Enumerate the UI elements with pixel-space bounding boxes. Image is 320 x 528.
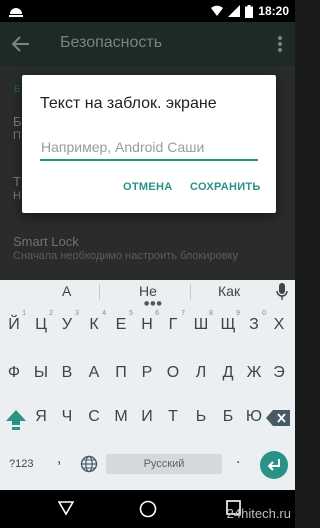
key-ю[interactable]: Ю (241, 408, 267, 426)
keyboard: А Не Как ●●● Й1 Ц2 У3 К4 Е5 Н6 Г7 Ш8 Щ9 … (0, 280, 295, 490)
key-т[interactable]: Т (160, 408, 186, 426)
settings-row-subtitle: Н (13, 190, 21, 202)
battery-icon (245, 4, 254, 18)
suggestion-item[interactable]: Не (139, 283, 157, 299)
clock: 18:20 (258, 4, 289, 18)
lockscreen-text-input[interactable] (40, 137, 258, 161)
more-suggestions-icon[interactable]: ●●● (144, 300, 163, 307)
key-щ[interactable]: Щ9 (215, 310, 241, 334)
key-э[interactable]: Э (266, 364, 292, 382)
key-ц[interactable]: Ц2 (28, 310, 54, 334)
key-я[interactable]: Я (28, 408, 54, 426)
key-ф[interactable]: Ф (1, 364, 27, 382)
key-г[interactable]: Г7 (160, 310, 186, 334)
settings-row-title[interactable]: Б (13, 114, 22, 129)
key-б[interactable]: Б (215, 408, 241, 426)
smart-lock-title[interactable]: Smart Lock (13, 234, 79, 249)
wifi-icon (211, 5, 224, 16)
key-м[interactable]: М (108, 408, 134, 426)
key-ш[interactable]: Ш8 (188, 310, 214, 334)
settings-row-title[interactable]: Т (13, 174, 21, 189)
backspace-icon[interactable] (265, 409, 291, 427)
key-в[interactable]: В (54, 364, 80, 382)
globe-icon[interactable] (80, 455, 98, 473)
microphone-icon[interactable] (276, 283, 288, 301)
key-о[interactable]: О (160, 364, 186, 382)
android-notification-icon (9, 8, 23, 17)
key-и[interactable]: И (134, 408, 160, 426)
save-button[interactable]: СОХРАНИТЬ (190, 181, 261, 193)
key-ч[interactable]: Ч (54, 408, 80, 426)
toolbar: Безопасность (0, 22, 295, 66)
key-д[interactable]: Д (215, 364, 241, 382)
watermark: 24hitech.ru (226, 506, 291, 521)
key-п[interactable]: П (108, 364, 134, 382)
suggestion-divider (99, 284, 100, 300)
back-arrow-icon[interactable] (10, 33, 32, 55)
shift-icon[interactable] (5, 408, 27, 430)
dialog-title: Текст на заблок. экране (40, 95, 217, 112)
nav-back-icon[interactable] (58, 500, 74, 516)
symbols-key[interactable]: ?123 (9, 458, 33, 470)
key-р[interactable]: Р (134, 364, 160, 382)
key-х[interactable]: Х (266, 316, 292, 334)
key-н[interactable]: Н6 (134, 310, 160, 334)
key-с[interactable]: С (81, 408, 107, 426)
suggestion-item[interactable]: А (62, 283, 71, 299)
key-ь[interactable]: Ь (188, 408, 214, 426)
lockscreen-text-dialog: Текст на заблок. экране ОТМЕНА СОХРАНИТЬ (22, 75, 276, 213)
key-з[interactable]: З0 (241, 310, 267, 334)
more-options-icon[interactable] (277, 35, 283, 53)
settings-category: Б (14, 84, 21, 95)
key-е[interactable]: Е5 (108, 310, 134, 334)
key-л[interactable]: Л (188, 364, 214, 382)
key-period[interactable]: . (236, 450, 240, 468)
key-ы[interactable]: Ы (28, 364, 54, 382)
key-к[interactable]: К4 (81, 310, 107, 334)
signal-icon (228, 5, 241, 17)
suggestion-divider (190, 284, 191, 300)
suggestion-strip: А Не Как ●●● (0, 280, 295, 307)
key-а[interactable]: А (81, 364, 107, 382)
key-ж[interactable]: Ж (241, 364, 267, 382)
page-title: Безопасность (60, 34, 163, 51)
settings-row-subtitle: П (13, 130, 21, 142)
key-comma[interactable]: , (57, 450, 61, 468)
suggestion-item[interactable]: Как (218, 283, 240, 299)
smart-lock-subtitle: Сначала необходимо настроить блокировку (13, 250, 239, 262)
nav-home-icon[interactable] (139, 500, 157, 518)
key-у[interactable]: У3 (54, 310, 80, 334)
enter-icon (267, 459, 280, 471)
cancel-button[interactable]: ОТМЕНА (123, 181, 172, 193)
enter-key[interactable] (260, 451, 288, 479)
space-key[interactable]: Русский (106, 454, 222, 474)
key-й[interactable]: Й1 (1, 310, 27, 334)
status-bar: 18:20 (0, 0, 295, 22)
